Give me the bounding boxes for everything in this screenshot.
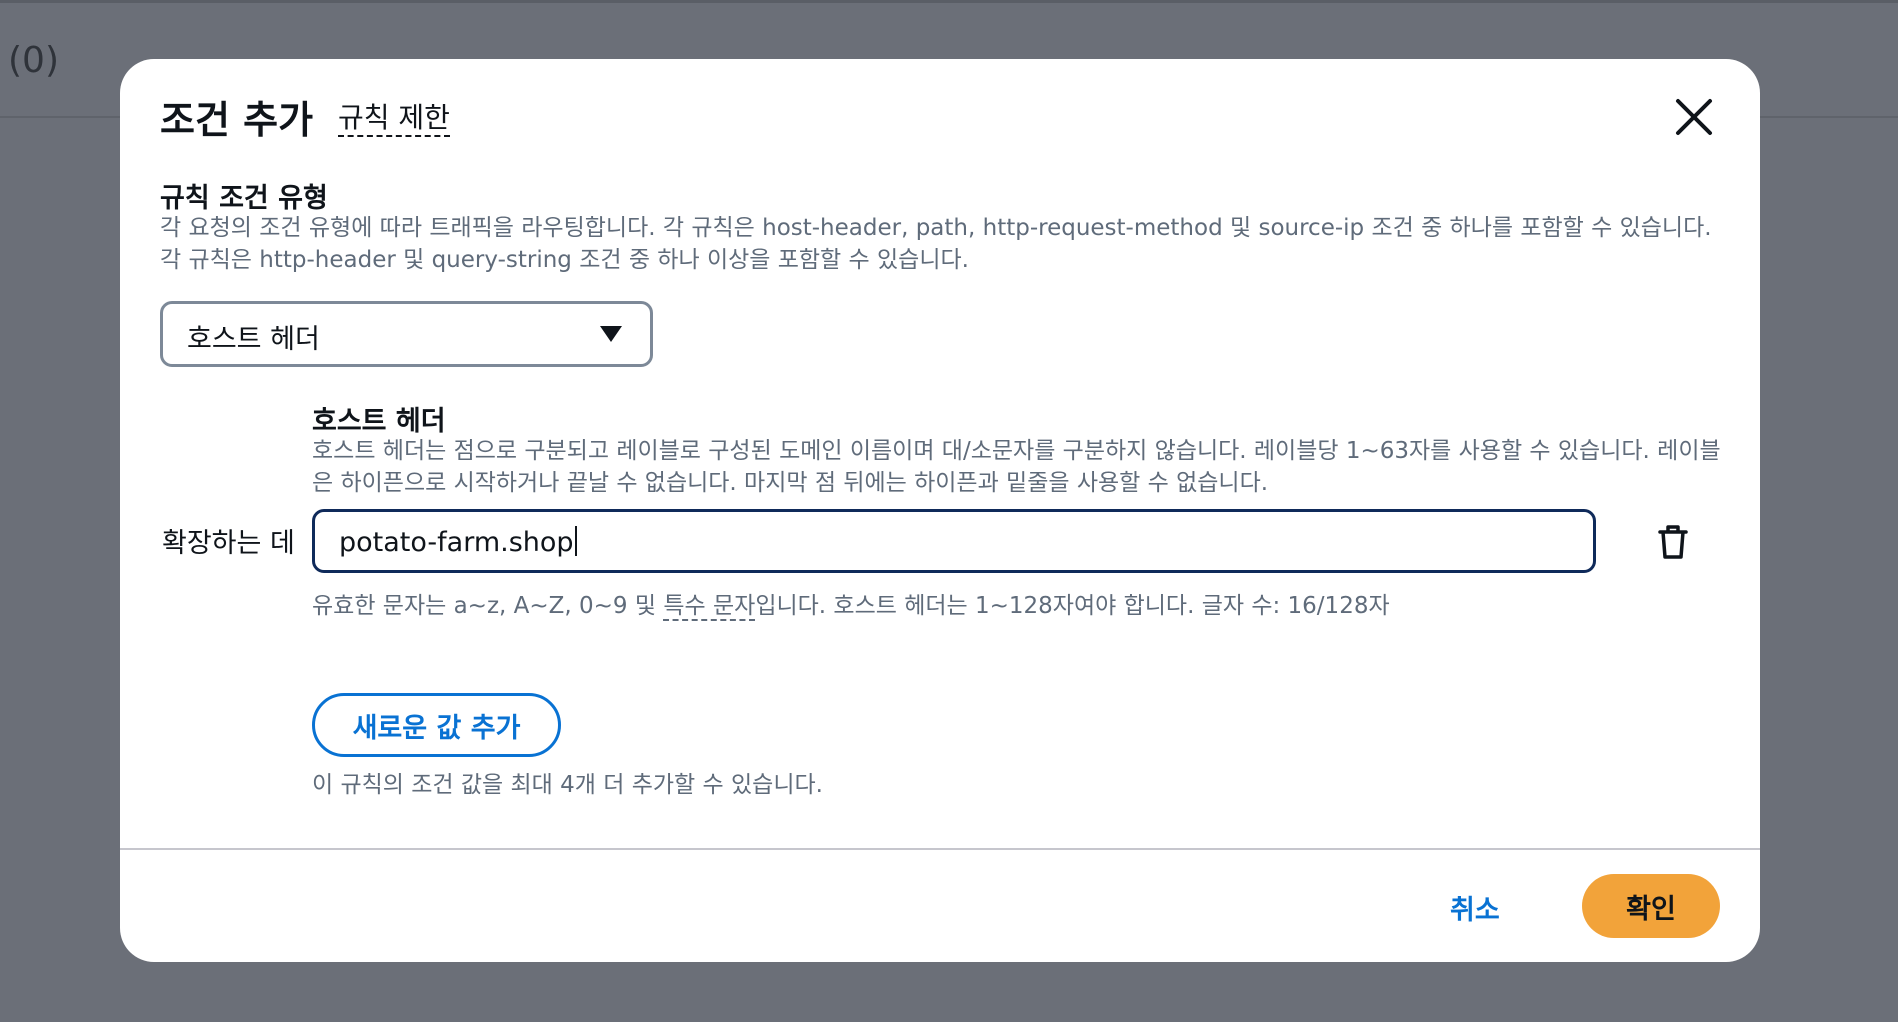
special-characters-link[interactable]: 특수 문자 [663, 593, 756, 621]
caret-down-icon [600, 326, 622, 342]
constraint-prefix: 유효한 문자는 a~z, A~Z, 0~9 및 [312, 593, 664, 619]
close-button[interactable] [1670, 93, 1718, 141]
constraint-suffix: 입니다. 호스트 헤더는 1~128자여야 합니다. 글자 수: 16/128자 [755, 593, 1390, 619]
cancel-button[interactable]: 취소 [1450, 888, 1500, 927]
condition-type-selected-value: 호스트 헤더 [187, 324, 320, 355]
rule-condition-type-label: 규칙 조건 유형 [160, 183, 328, 214]
background-top-border [0, 0, 1898, 3]
footer-divider [120, 848, 1760, 850]
host-header-input-value: potato-farm.shop [339, 526, 577, 558]
add-condition-modal: 조건 추가 규칙 제한 규칙 조건 유형 각 요청의 조건 유형에 따라 트래픽… [120, 59, 1760, 962]
condition-type-select[interactable]: 호스트 헤더 [160, 301, 653, 367]
host-header-constraint-text: 유효한 문자는 a~z, A~Z, 0~9 및 특수 문자입니다. 호스트 헤더… [312, 586, 1390, 621]
rule-condition-type-description: 각 요청의 조건 유형에 따라 트래픽을 라우팅합니다. 각 규칙은 host-… [160, 215, 1712, 273]
rule-limits-info-link[interactable]: 규칙 제한 [338, 101, 450, 137]
background-count: (0) [8, 40, 59, 81]
close-icon [1676, 99, 1712, 135]
confirm-button[interactable]: 확인 [1582, 874, 1720, 938]
host-header-input[interactable]: potato-farm.shop [312, 509, 1596, 573]
modal-title: 조건 추가 [160, 98, 314, 142]
trash-icon [1658, 525, 1688, 559]
remove-value-button[interactable] [1650, 519, 1696, 565]
host-header-value-text: potato-farm.shop [339, 527, 574, 558]
host-header-label: 호스트 헤더 [312, 406, 446, 437]
add-new-value-button[interactable]: 새로운 값 추가 [312, 693, 561, 757]
host-header-description: 호스트 헤더는 점으로 구분되고 레이블로 구성된 도메인 이름이며 대/소문자… [312, 438, 1721, 496]
text-cursor [574, 526, 577, 556]
add-value-hint: 이 규칙의 조건 값을 최대 4개 더 추가할 수 있습니다. [312, 772, 823, 798]
host-header-row-label: 확장하는 데 [162, 528, 295, 559]
